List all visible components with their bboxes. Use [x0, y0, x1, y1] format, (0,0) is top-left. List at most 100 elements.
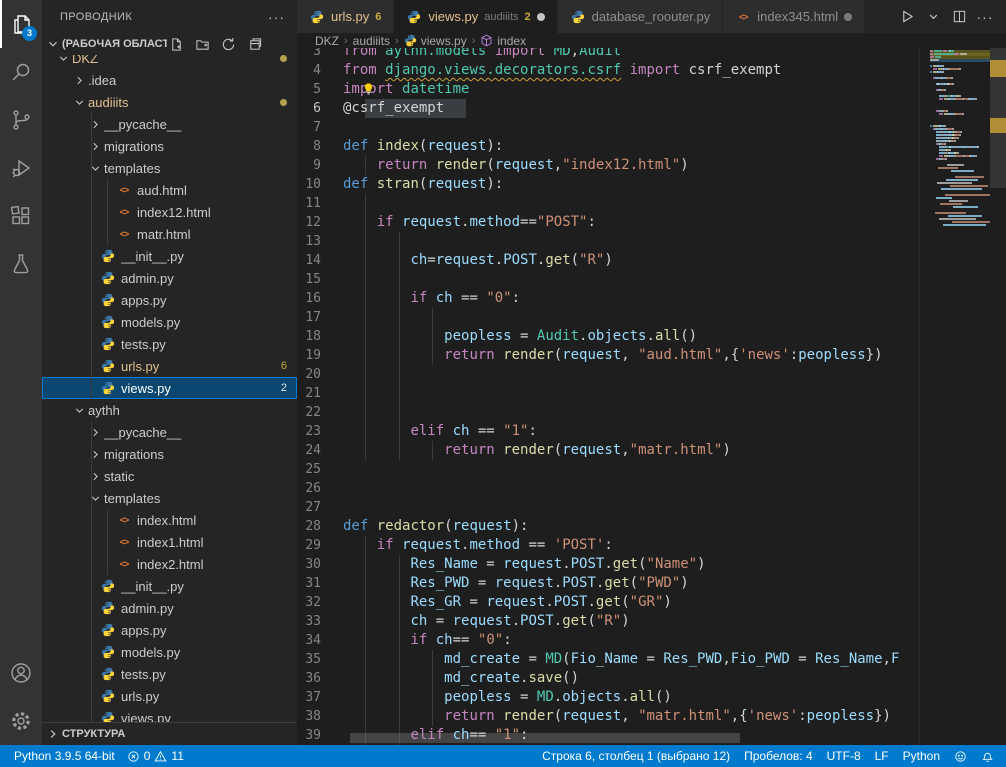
tree-item-__pycache__[interactable]: __pycache__ [42, 113, 297, 135]
code-line-6[interactable]: 6@csrf_exempt [297, 99, 924, 118]
run-button[interactable] [896, 6, 918, 28]
tree-item-migrations[interactable]: migrations [42, 443, 297, 465]
code-line-9[interactable]: 9 return render(request,"index12.html") [297, 156, 924, 175]
account-icon[interactable] [0, 649, 42, 697]
tab-views.py[interactable]: views.pyaudiiits2 [394, 0, 557, 33]
code-line-10[interactable]: 10def stran(request): [297, 175, 924, 194]
code-line-38[interactable]: 38 return render(request, "matr.html",{'… [297, 707, 924, 726]
code-line-21[interactable]: 21 [297, 384, 924, 403]
code-line-25[interactable]: 25 [297, 460, 924, 479]
code-line-34[interactable]: 34 if ch== "0": [297, 631, 924, 650]
code-line-35[interactable]: 35 md_create = MD(Fio_Name = Res_PWD,Fio… [297, 650, 924, 669]
code-line-31[interactable]: 31 Res_PWD = request.POST.get("PWD") [297, 574, 924, 593]
vertical-scrollbar[interactable] [990, 48, 1006, 745]
breadcrumb-symbol[interactable]: index [480, 34, 526, 48]
code-line-15[interactable]: 15 [297, 270, 924, 289]
breadcrumb-folder[interactable]: audiiits [353, 34, 390, 48]
tree-item-.idea[interactable]: .idea [42, 69, 297, 91]
tab-database_roouter.py[interactable]: database_roouter.py [558, 0, 724, 33]
tab-urls.py[interactable]: urls.py6 [297, 0, 394, 33]
tree-item-urls.py[interactable]: urls.py [42, 685, 297, 707]
tree-item-apps.py[interactable]: apps.py [42, 619, 297, 641]
tree-item-__pycache__[interactable]: __pycache__ [42, 421, 297, 443]
tree-item-index.html[interactable]: <>index.html [42, 509, 297, 531]
search-icon[interactable] [0, 48, 42, 96]
tree-item-audiiits[interactable]: audiiits [42, 91, 297, 113]
code-line-37[interactable]: 37 peopless = MD.objects.all() [297, 688, 924, 707]
tree-item-index2.html[interactable]: <>index2.html [42, 553, 297, 575]
code-line-26[interactable]: 26 [297, 479, 924, 498]
collapse-all-icon[interactable] [245, 35, 263, 53]
new-file-icon[interactable] [167, 35, 185, 53]
modified-dot[interactable] [537, 13, 545, 21]
tree-item-views.py[interactable]: views.py [42, 707, 297, 722]
tree-item-tests.py[interactable]: tests.py [42, 663, 297, 685]
feedback-icon[interactable] [954, 750, 967, 763]
problems-indicator[interactable]: 0 11 [127, 749, 184, 763]
code-line-27[interactable]: 27 [297, 498, 924, 517]
code-line-30[interactable]: 30 Res_Name = request.POST.get("Name") [297, 555, 924, 574]
more-actions-icon[interactable]: ··· [268, 12, 285, 22]
breadcrumb-file[interactable]: views.py [404, 34, 467, 48]
code-line-18[interactable]: 18 peopless = Audit.objects.all() [297, 327, 924, 346]
code-line-14[interactable]: 14 ch=request.POST.get("R") [297, 251, 924, 270]
tree-item-__init__.py[interactable]: __init__.py [42, 575, 297, 597]
code-line-7[interactable]: 7 [297, 118, 924, 137]
testing-icon[interactable] [0, 240, 42, 288]
lightbulb-icon[interactable] [362, 82, 375, 102]
code-line-23[interactable]: 23 elif ch == "1": [297, 422, 924, 441]
tree-item-admin.py[interactable]: admin.py [42, 267, 297, 289]
code-line-36[interactable]: 36 md_create.save() [297, 669, 924, 688]
code-line-32[interactable]: 32 Res_GR = request.POST.get("GR") [297, 593, 924, 612]
tree-item-templates[interactable]: templates [42, 157, 297, 179]
code-line-29[interactable]: 29 if request.method == 'POST': [297, 536, 924, 555]
new-folder-icon[interactable] [193, 35, 211, 53]
code-line-13[interactable]: 13 [297, 232, 924, 251]
tree-item-admin.py[interactable]: admin.py [42, 597, 297, 619]
tree-item-apps.py[interactable]: apps.py [42, 289, 297, 311]
code-line-33[interactable]: 33 ch = request.POST.get("R") [297, 612, 924, 631]
language-mode[interactable]: Python [903, 749, 940, 763]
outline-section-header[interactable]: СТРУКТУРА [42, 722, 297, 745]
indentation[interactable]: Пробелов: 4 [744, 749, 813, 763]
tree-item-__init__.py[interactable]: __init__.py [42, 245, 297, 267]
code-line-24[interactable]: 24 return render(request,"matr.html") [297, 441, 924, 460]
encoding[interactable]: UTF-8 [827, 749, 861, 763]
code-line-22[interactable]: 22 [297, 403, 924, 422]
tree-item-migrations[interactable]: migrations [42, 135, 297, 157]
cursor-position[interactable]: Строка 6, столбец 1 (выбрано 12) [542, 749, 730, 763]
tree-item-aud.html[interactable]: <>aud.html [42, 179, 297, 201]
tree-item-urls.py[interactable]: urls.py6 [42, 355, 297, 377]
tree-item-models.py[interactable]: models.py [42, 311, 297, 333]
code-lines[interactable]: 3from aythh.models import MD,Audit4from … [297, 48, 924, 745]
tree-item-DKZ[interactable]: DKZ [42, 55, 297, 69]
notifications-bell-icon[interactable] [981, 750, 994, 763]
tree-item-models.py[interactable]: models.py [42, 641, 297, 663]
code-line-20[interactable]: 20 [297, 365, 924, 384]
minimap[interactable] [930, 50, 990, 743]
tree-item-views.py[interactable]: views.py2 [42, 377, 297, 399]
workspace-section-header[interactable]: (РАБОЧАЯ ОБЛАСТЬ) ... [42, 33, 297, 55]
code-line-16[interactable]: 16 if ch == "0": [297, 289, 924, 308]
code-line-3[interactable]: 3from aythh.models import MD,Audit [297, 48, 924, 61]
tree-item-templates[interactable]: templates [42, 487, 297, 509]
tree-item-aythh[interactable]: aythh [42, 399, 297, 421]
settings-gear-icon[interactable] [0, 697, 42, 745]
code-line-28[interactable]: 28def redactor(request): [297, 517, 924, 536]
tree-item-matr.html[interactable]: <>matr.html [42, 223, 297, 245]
modified-dot[interactable] [844, 13, 852, 21]
split-editor-icon[interactable] [948, 6, 970, 28]
code-line-8[interactable]: 8def index(request): [297, 137, 924, 156]
code-line-4[interactable]: 4from django.views.decorators.csrf impor… [297, 61, 924, 80]
eol-sequence[interactable]: LF [875, 749, 889, 763]
editor-more-icon[interactable]: ··· [974, 6, 996, 28]
explorer-icon[interactable]: 3 [0, 0, 42, 48]
refresh-icon[interactable] [219, 35, 237, 53]
run-debug-icon[interactable] [0, 144, 42, 192]
tree-item-static[interactable]: static [42, 465, 297, 487]
run-dropdown-icon[interactable] [922, 6, 944, 28]
breadcrumb-root[interactable]: DKZ [315, 34, 339, 48]
tree-item-index12.html[interactable]: <>index12.html [42, 201, 297, 223]
code-line-12[interactable]: 12 if request.method=="POST": [297, 213, 924, 232]
source-control-icon[interactable] [0, 96, 42, 144]
